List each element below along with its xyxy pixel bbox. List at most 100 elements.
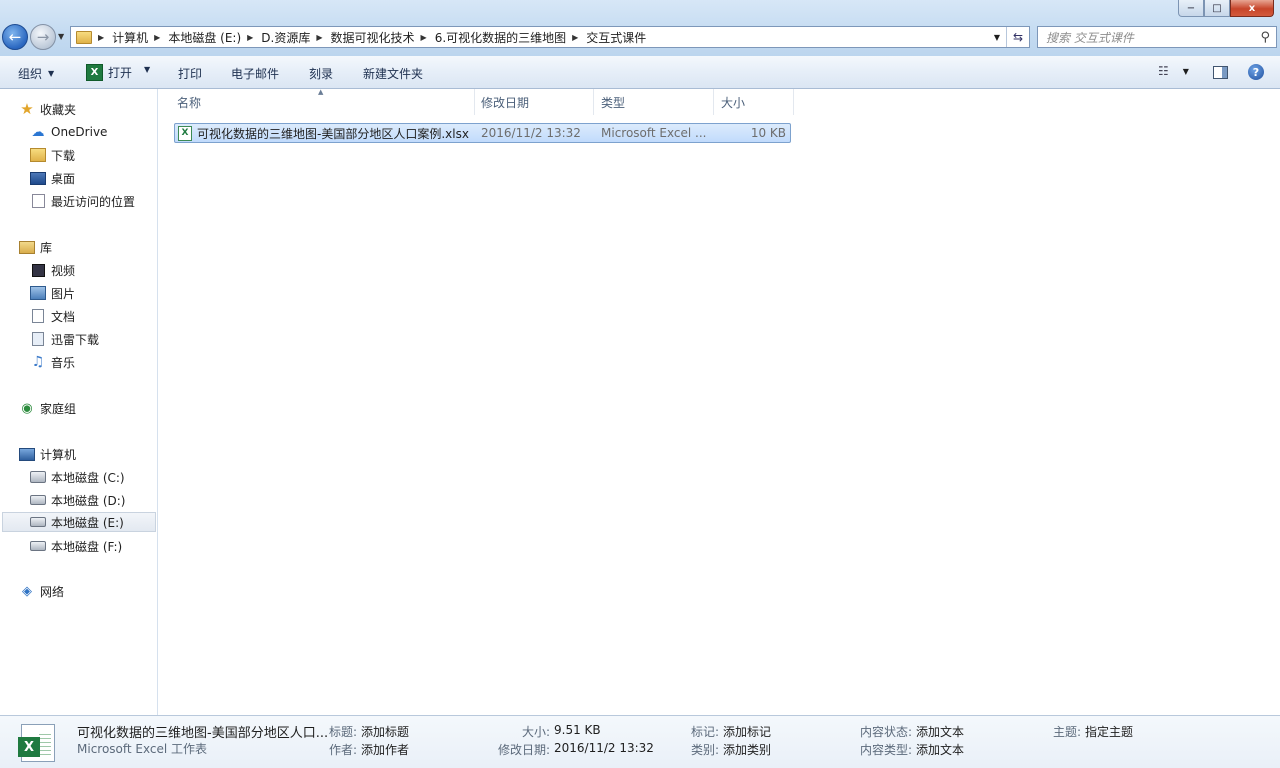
nav-label: 本地磁盘 (D:) xyxy=(51,493,126,508)
breadcrumb-interactive-courseware[interactable]: 交互式课件 xyxy=(586,29,646,46)
breadcrumb-resource-library[interactable]: D.资源库 ▶ xyxy=(261,29,330,46)
details-tags-field[interactable]: 添加标记 xyxy=(723,723,771,740)
nav-label: 文档 xyxy=(51,309,76,324)
column-label: 名称 xyxy=(177,95,202,110)
details-content-type-field[interactable]: 添加文本 xyxy=(916,741,964,758)
breadcrumb-drive-e[interactable]: 本地磁盘 (E:) ▶ xyxy=(168,29,261,46)
hard-drive-icon xyxy=(30,514,46,530)
details-status-field[interactable]: 添加文本 xyxy=(916,723,964,740)
minimize-button[interactable]: − xyxy=(1178,0,1204,17)
forward-button[interactable]: → xyxy=(30,24,56,50)
nav-label: 下载 xyxy=(51,148,76,163)
breadcrumb-computer[interactable]: 计算机 ▶ xyxy=(112,29,168,46)
print-button[interactable]: 打印 xyxy=(178,65,202,82)
nav-drive-f[interactable]: 本地磁盘 (F:) xyxy=(30,536,122,556)
details-pane: X 可视化数据的三维地图-美国部分地区人口... Microsoft Excel… xyxy=(0,715,1280,768)
address-bar[interactable]: ▶ 计算机 ▶ 本地磁盘 (E:) ▶ D.资源库 ▶ 数据可视化技术 ▶ 6.可视化数… xyxy=(70,26,1030,48)
computer-icon xyxy=(19,446,35,462)
change-view-button[interactable]: ☷ ▼ xyxy=(1158,64,1189,78)
title-bar: − □ x ← → ▼ ▶ 计算机 ▶ 本地磁盘 (E:) ▶ D.资源库 ▶ 数据可… xyxy=(0,0,1280,56)
details-content-type-label: 内容类型: xyxy=(860,743,913,757)
breadcrumb-3d-map[interactable]: 6.可视化数据的三维地图 ▶ xyxy=(435,29,587,46)
system-drive-icon xyxy=(30,469,46,485)
nav-label: 桌面 xyxy=(51,171,76,186)
file-row[interactable]: X 可视化数据的三维地图-美国部分地区人口案例.xlsx 2016/11/2 1… xyxy=(174,123,791,143)
open-label: 打开 xyxy=(108,66,133,80)
nav-music[interactable]: ♫ 音乐 xyxy=(30,352,75,372)
chevron-right-icon[interactable]: ▶ xyxy=(247,33,253,42)
details-filetype: Microsoft Excel 工作表 xyxy=(77,742,208,756)
details-filename: 可视化数据的三维地图-美国部分地区人口... xyxy=(77,726,329,741)
close-button[interactable]: x xyxy=(1230,0,1274,17)
breadcrumb-label: 6.可视化数据的三维地图 xyxy=(434,30,567,45)
chevron-right-icon[interactable]: ▶ xyxy=(421,33,427,42)
email-button[interactable]: 电子邮件 xyxy=(231,65,279,82)
nav-label: 视频 xyxy=(51,263,76,278)
search-placeholder: 搜索 交互式课件 xyxy=(1046,30,1134,45)
column-header-modified[interactable]: 修改日期 xyxy=(474,89,594,115)
maximize-button[interactable]: □ xyxy=(1204,0,1230,17)
nav-label: 家庭组 xyxy=(40,401,77,416)
refresh-button[interactable]: ⇆ xyxy=(1006,27,1029,47)
open-with-dropdown[interactable]: ▼ xyxy=(138,65,150,74)
preview-pane-button[interactable] xyxy=(1213,66,1228,79)
column-label: 修改日期 xyxy=(481,95,530,110)
nav-drive-e[interactable]: 本地磁盘 (E:) xyxy=(2,512,156,532)
details-modified-value: 2016/11/2 13:32 xyxy=(554,741,654,755)
details-title-field[interactable]: 添加标题 xyxy=(361,723,409,740)
details-title-label: 标题: xyxy=(329,725,358,739)
breadcrumb-label: 数据可视化技术 xyxy=(330,30,415,45)
nav-libraries[interactable]: 库 xyxy=(19,237,52,257)
chevron-right-icon[interactable]: ▶ xyxy=(154,33,160,42)
breadcrumb-data-visualization[interactable]: 数据可视化技术 ▶ xyxy=(331,29,435,46)
nav-computer[interactable]: 计算机 xyxy=(19,444,76,464)
search-icon[interactable]: ⚲ xyxy=(1260,30,1270,45)
details-subject-field[interactable]: 指定主题 xyxy=(1085,723,1133,740)
nav-xunlei-downloads[interactable]: 迅雷下载 xyxy=(30,329,99,349)
nav-favorites[interactable]: ★ 收藏夹 xyxy=(19,99,76,119)
details-tags-label: 标记: xyxy=(691,725,720,739)
open-button[interactable]: X 打开 xyxy=(86,64,132,81)
details-category-field[interactable]: 添加类别 xyxy=(723,741,771,758)
nav-onedrive[interactable]: ☁ OneDrive xyxy=(30,122,108,142)
desktop-icon xyxy=(30,170,46,186)
search-input[interactable]: 搜索 交互式课件 ⚲ xyxy=(1037,26,1277,48)
help-button[interactable]: ? xyxy=(1248,64,1264,80)
email-label: 电子邮件 xyxy=(231,67,280,81)
nav-network[interactable]: ◈ 网络 xyxy=(19,581,64,601)
chevron-right-icon[interactable]: ▶ xyxy=(572,33,578,42)
network-icon: ◈ xyxy=(22,583,32,599)
burn-button[interactable]: 刻录 xyxy=(309,65,333,82)
chevron-right-icon[interactable]: ▶ xyxy=(316,33,322,42)
chevron-down-icon: ▼ xyxy=(993,32,1001,42)
new-folder-button[interactable]: 新建文件夹 xyxy=(363,65,423,82)
address-history-dropdown[interactable]: ▼ xyxy=(988,27,1006,47)
breadcrumb-label: D.资源库 xyxy=(261,30,311,45)
organize-button[interactable]: 组织 ▼ xyxy=(18,65,54,82)
arrow-left-icon: ← xyxy=(8,28,22,46)
breadcrumb-label: 计算机 xyxy=(112,30,149,45)
nav-recent-places[interactable]: 最近访问的位置 xyxy=(30,191,135,211)
nav-homegroup[interactable]: ◉ 家庭组 xyxy=(19,398,76,418)
nav-label: 库 xyxy=(40,240,53,255)
recent-pages-dropdown[interactable]: ▼ xyxy=(58,32,64,41)
nav-pictures[interactable]: 图片 xyxy=(30,283,75,303)
column-header-type[interactable]: 类型 xyxy=(594,89,714,115)
column-header-size[interactable]: 大小 xyxy=(714,89,794,115)
details-author-field[interactable]: 添加作者 xyxy=(361,741,409,758)
file-type: Microsoft Excel ... xyxy=(601,126,707,140)
nav-drive-d[interactable]: 本地磁盘 (D:) xyxy=(30,490,125,510)
nav-drive-c[interactable]: 本地磁盘 (C:) xyxy=(30,467,125,487)
chevron-right-icon[interactable]: ▶ xyxy=(98,33,104,42)
homegroup-icon: ◉ xyxy=(21,400,33,416)
view-list-icon: ☷ xyxy=(1158,64,1169,78)
nav-desktop[interactable]: 桌面 xyxy=(30,168,75,188)
back-button[interactable]: ← xyxy=(2,24,28,50)
nav-documents[interactable]: 文档 xyxy=(30,306,75,326)
file-list: ▲ 名称 修改日期 类型 大小 X 可视化数据的三维地图-美国部分地区人口案例.… xyxy=(159,88,1280,715)
column-header-name[interactable]: 名称 xyxy=(170,89,475,115)
nav-downloads[interactable]: 下载 xyxy=(30,145,75,165)
nav-videos[interactable]: 视频 xyxy=(30,260,75,280)
details-modified-label: 修改日期: xyxy=(498,743,551,757)
nav-label: 迅雷下载 xyxy=(51,332,100,347)
